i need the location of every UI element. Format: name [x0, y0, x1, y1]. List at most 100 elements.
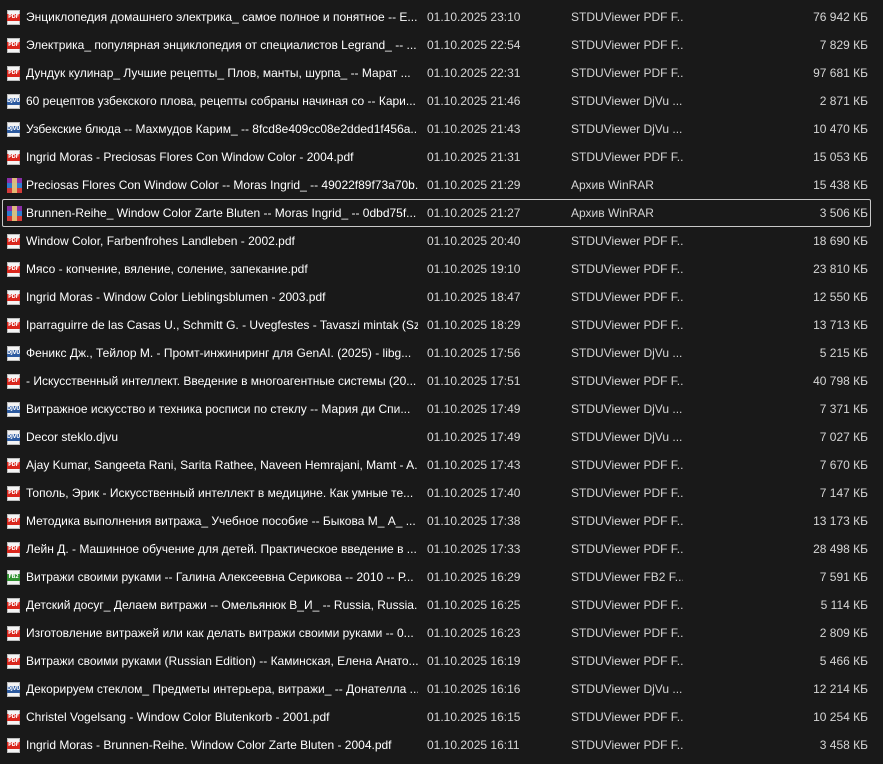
file-icon-cell: PDF: [7, 738, 22, 753]
file-row[interactable]: PDF Ingrid Moras - Brunnen-Reihe. Window …: [2, 731, 871, 759]
file-icon-cell: PDF: [7, 234, 22, 249]
file-name: 60 рецептов узбекского плова, рецепты со…: [26, 94, 416, 108]
file-name: Витражное искусство и техника росписи по…: [26, 402, 411, 416]
file-type: STDUViewer DjVu ...: [571, 682, 683, 696]
file-size: 2 809 КБ: [819, 626, 868, 640]
file-type: STDUViewer PDF F...: [571, 598, 683, 612]
file-modified-date: 01.10.2025 16:16: [427, 682, 521, 696]
file-type: STDUViewer PDF F...: [571, 262, 683, 276]
file-row[interactable]: PDF Iparraguirre de las Casas U., Schmitt…: [2, 311, 871, 339]
file-row[interactable]: DJVU Феникс Дж., Тейлор М. - Промт-инжини…: [2, 339, 871, 367]
file-row[interactable]: PDF Мясо - копчение, вяление, соление, за…: [2, 255, 871, 283]
file-row[interactable]: PDF Электрика_ популярная энциклопедия от…: [2, 31, 871, 59]
file-size: 28 498 КБ: [813, 542, 868, 556]
file-modified-date: 01.10.2025 16:29: [427, 570, 521, 584]
pdf-file-icon: PDF: [7, 486, 20, 501]
file-size: 18 690 КБ: [813, 234, 868, 248]
file-row[interactable]: Brunnen-Reihe_ Window Color Zarte Bluten…: [2, 199, 871, 227]
file-size: 5 466 КБ: [819, 654, 868, 668]
file-icon-cell: PDF: [7, 150, 22, 165]
file-icon-cell: FB2: [7, 570, 22, 585]
file-icon-cell: PDF: [7, 290, 22, 305]
file-type: STDUViewer DjVu ...: [571, 430, 683, 444]
file-icon-cell: PDF: [7, 262, 22, 277]
file-icon-cell: DJVU: [7, 430, 22, 445]
pdf-file-icon: PDF: [7, 738, 20, 753]
pdf-file-icon: PDF: [7, 598, 20, 613]
file-type: STDUViewer DjVu ...: [571, 346, 683, 360]
file-row[interactable]: PDF Методика выполнения витража_ Учебное …: [2, 507, 871, 535]
pdf-file-icon: PDF: [7, 654, 20, 669]
file-name: Мясо - копчение, вяление, соление, запек…: [26, 262, 308, 276]
pdf-file-icon: PDF: [7, 262, 20, 277]
file-modified-date: 01.10.2025 16:11: [427, 738, 520, 752]
file-modified-date: 01.10.2025 21:46: [427, 94, 521, 108]
file-icon-label: DJVU: [7, 686, 21, 693]
djvu-file-icon: DJVU: [7, 346, 20, 361]
file-icon-cell: PDF: [7, 626, 22, 641]
pdf-file-icon: PDF: [7, 514, 20, 529]
file-row[interactable]: FB2 Витражи своими руками -- Галина Алекс…: [2, 563, 871, 591]
file-size: 7 371 КБ: [819, 402, 868, 416]
file-row[interactable]: PDF Витражи своими руками (Russian Editio…: [2, 647, 871, 675]
file-name: Brunnen-Reihe_ Window Color Zarte Bluten…: [26, 206, 417, 220]
file-type: STDUViewer PDF F...: [571, 486, 683, 500]
file-modified-date: 01.10.2025 17:33: [427, 542, 521, 556]
file-icon-label: PDF: [7, 714, 20, 721]
file-row[interactable]: PDF Лейн Д. - Машинное обучение для детей…: [2, 535, 871, 563]
file-row[interactable]: PDF Энциклопедия домашнего электрика_ сам…: [2, 3, 871, 31]
file-name: Ajay Kumar, Sangeeta Rani, Sarita Rathee…: [26, 458, 418, 472]
file-icon-label: PDF: [7, 630, 20, 637]
file-row[interactable]: DJVU 60 рецептов узбекского плова, рецепт…: [2, 87, 871, 115]
file-size: 13 173 КБ: [813, 514, 868, 528]
file-row[interactable]: PDF Изготовление витражей или как делать …: [2, 619, 871, 647]
file-icon-label: PDF: [7, 658, 20, 665]
file-row[interactable]: DJVU Узбекские блюда -- Махмудов Карим_ -…: [2, 115, 871, 143]
file-row[interactable]: PDF Дундук кулинар_ Лучшие рецепты_ Плов,…: [2, 59, 871, 87]
file-type: STDUViewer PDF F...: [571, 290, 683, 304]
file-type: STDUViewer PDF F...: [571, 66, 683, 80]
djvu-file-icon: DJVU: [7, 682, 20, 697]
pdf-file-icon: PDF: [7, 290, 20, 305]
file-icon-cell: PDF: [7, 542, 22, 557]
file-modified-date: 01.10.2025 16:25: [427, 598, 521, 612]
file-icon-label: PDF: [7, 742, 20, 749]
file-name: Витражи своими руками -- Галина Алексеев…: [26, 570, 414, 584]
file-row[interactable]: PDF Детский досуг_ Делаем витражи -- Омел…: [2, 591, 871, 619]
file-row[interactable]: PDF Тополь, Эрик - Искусственный интеллек…: [2, 479, 871, 507]
file-modified-date: 01.10.2025 17:40: [427, 486, 521, 500]
file-type: STDUViewer PDF F...: [571, 710, 683, 724]
file-size: 10 470 КБ: [813, 122, 868, 136]
file-row[interactable]: PDF Window Color, Farbenfrohes Landleben …: [2, 227, 871, 255]
file-icon-cell: PDF: [7, 10, 22, 25]
file-row[interactable]: DJVU Витражное искусство и техника роспис…: [2, 395, 871, 423]
file-name: Ingrid Moras - Preciosas Flores Con Wind…: [26, 150, 354, 164]
file-modified-date: 01.10.2025 16:15: [427, 710, 521, 724]
file-row[interactable]: PDF Christel Vogelsang - Window Color Blu…: [2, 703, 871, 731]
file-modified-date: 01.10.2025 16:23: [427, 626, 521, 640]
pdf-file-icon: PDF: [7, 234, 20, 249]
file-modified-date: 01.10.2025 17:51: [427, 374, 521, 388]
file-row[interactable]: DJVU Decor steklo.djvu 01.10.2025 17:49 STD…: [2, 423, 871, 451]
file-icon-label: PDF: [7, 14, 20, 21]
file-modified-date: 01.10.2025 19:10: [427, 262, 521, 276]
pdf-file-icon: PDF: [7, 318, 20, 333]
file-icon-cell: DJVU: [7, 122, 22, 137]
file-modified-date: 01.10.2025 22:31: [427, 66, 521, 80]
file-row[interactable]: DJVU Декорируем стеклом_ Предметы интерье…: [2, 675, 871, 703]
file-type: STDUViewer PDF F...: [571, 150, 683, 164]
file-size: 40 798 КБ: [813, 374, 868, 388]
file-icon-label: FB2: [7, 574, 20, 581]
file-icon-label: PDF: [7, 238, 20, 245]
file-row[interactable]: Preciosas Flores Con Window Color -- Mor…: [2, 171, 871, 199]
file-row[interactable]: PDF Ajay Kumar, Sangeeta Rani, Sarita Rat…: [2, 451, 871, 479]
file-row[interactable]: PDF - Искусственный интеллект. Введение в…: [2, 367, 871, 395]
file-icon-label: PDF: [7, 70, 20, 77]
file-name: Витражи своими руками (Russian Edition) …: [26, 654, 418, 668]
file-modified-date: 01.10.2025 23:10: [427, 10, 521, 24]
file-name: Методика выполнения витража_ Учебное пос…: [26, 514, 416, 528]
file-row[interactable]: PDF Ingrid Moras - Preciosas Flores Con W…: [2, 143, 871, 171]
file-name: Ingrid Moras - Window Color Lieblingsblu…: [26, 290, 326, 304]
file-row[interactable]: PDF Ingrid Moras - Window Color Lieblings…: [2, 283, 871, 311]
fb2-file-icon: FB2: [7, 570, 20, 585]
